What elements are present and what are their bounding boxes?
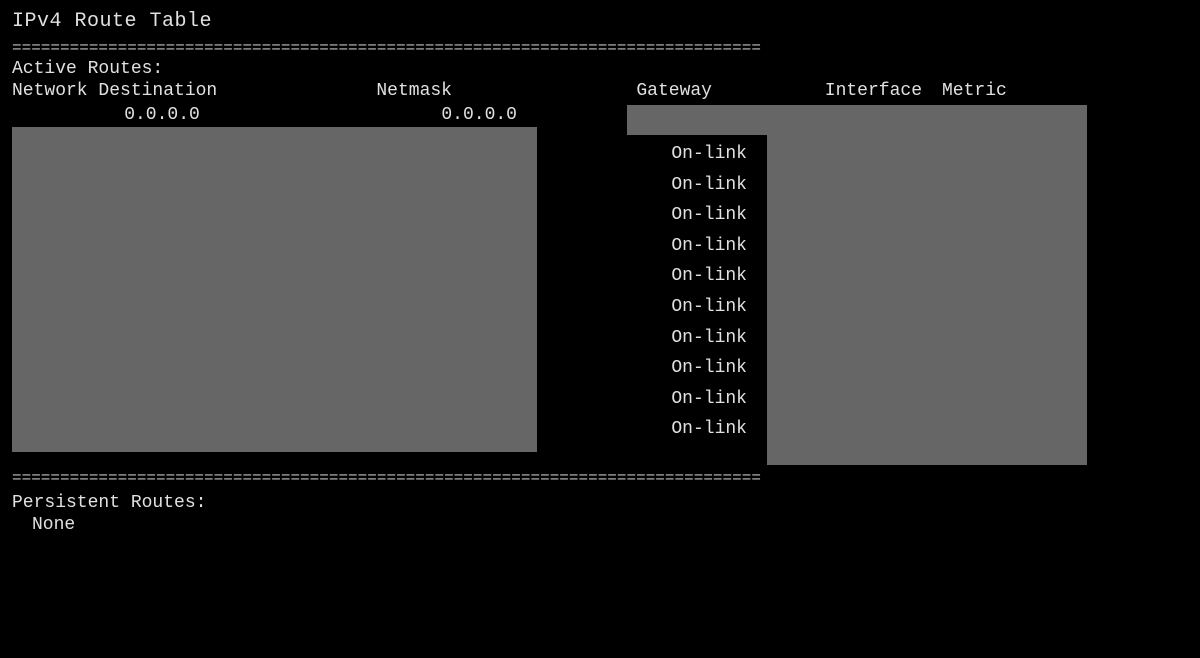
onlink-entry: On-link	[547, 170, 747, 201]
gateway-column: On-linkOn-linkOn-linkOn-linkOn-linkOn-li…	[547, 105, 767, 465]
page-title: IPv4 Route Table	[12, 10, 1188, 33]
persistent-section: Persistent Routes: None	[12, 493, 1188, 535]
first-row: 0.0.0.0 0.0.0.0	[12, 105, 547, 125]
header-network: Network Destination	[12, 81, 312, 101]
table-body: 0.0.0.0 0.0.0.0 On-linkOn-linkOn-linkOn-…	[12, 105, 1188, 465]
onlink-entry: On-link	[547, 292, 747, 323]
onlink-entry: On-link	[547, 414, 747, 445]
first-network-value: 0.0.0.0	[12, 105, 312, 125]
table-header: Network Destination Netmask Gateway Inte…	[12, 81, 1188, 101]
onlink-entry: On-link	[547, 261, 747, 292]
onlink-entry: On-link	[547, 323, 747, 354]
persistent-routes-label: Persistent Routes:	[12, 493, 1188, 513]
bottom-separator: ========================================…	[12, 469, 1188, 487]
interface-redacted-block	[767, 105, 1087, 465]
gateway-first-redacted	[627, 105, 767, 135]
header-interface: Interface	[732, 81, 932, 101]
gateway-onlink-list: On-linkOn-linkOn-linkOn-linkOn-linkOn-li…	[547, 139, 767, 445]
active-routes-label: Active Routes:	[12, 59, 1188, 79]
first-netmask-value: 0.0.0.0	[312, 105, 547, 125]
top-separator: ========================================…	[12, 39, 1188, 57]
onlink-entry: On-link	[547, 353, 747, 384]
onlink-entry: On-link	[547, 200, 747, 231]
header-netmask: Netmask	[312, 81, 512, 101]
onlink-entry: On-link	[547, 231, 747, 262]
persistent-none-value: None	[12, 515, 1188, 535]
header-metric: Metric	[932, 81, 1188, 101]
onlink-entry: On-link	[547, 139, 747, 170]
interface-metric-block	[767, 105, 1188, 465]
network-column-block: 0.0.0.0 0.0.0.0	[12, 105, 547, 465]
header-gateway: Gateway	[512, 81, 732, 101]
onlink-entry: On-link	[547, 384, 747, 415]
network-redacted-block	[12, 127, 537, 452]
